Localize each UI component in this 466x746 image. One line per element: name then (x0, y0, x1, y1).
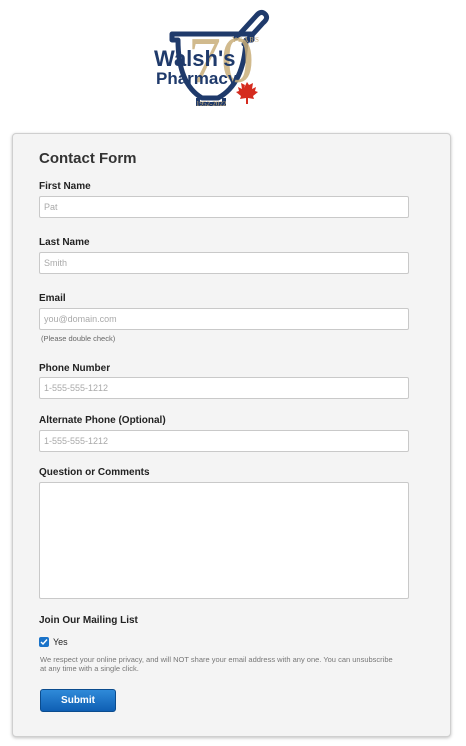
phone-input[interactable] (39, 377, 409, 399)
comments-label: Question or Comments (39, 467, 150, 478)
first-name-label: First Name (39, 181, 91, 192)
pharmacy-logo: 70 YEARS Walsh's Pharmacy 1952-2022 (140, 4, 275, 116)
first-name-input[interactable] (39, 196, 409, 218)
submit-button[interactable]: Submit (40, 689, 116, 712)
comments-textarea[interactable] (39, 482, 409, 599)
contact-form: Contact Form First Name Last Name Email … (12, 133, 451, 737)
email-label: Email (39, 293, 66, 304)
last-name-label: Last Name (39, 237, 90, 248)
checkmark-icon (40, 639, 48, 646)
alt-phone-input[interactable] (39, 430, 409, 452)
form-title: Contact Form (39, 150, 137, 167)
alt-phone-label: Alternate Phone (Optional) (39, 415, 166, 426)
mailing-list-checkbox[interactable] (39, 637, 49, 647)
privacy-notice: We respect your online privacy, and will… (40, 655, 393, 674)
mailing-list-option: Yes (39, 636, 68, 648)
brand-name-line1: Walsh's (154, 46, 236, 71)
last-name-input[interactable] (39, 252, 409, 274)
phone-label: Phone Number (39, 363, 111, 374)
years-range: 1952-2022 (196, 100, 227, 108)
anniversary-word: YEARS (232, 36, 260, 44)
email-hint: (Please double check) (41, 334, 116, 343)
mailing-list-option-label: Yes (53, 637, 68, 647)
brand-name-line2: Pharmacy (156, 69, 238, 88)
email-input[interactable] (39, 308, 409, 330)
mailing-list-label: Join Our Mailing List (39, 615, 138, 626)
